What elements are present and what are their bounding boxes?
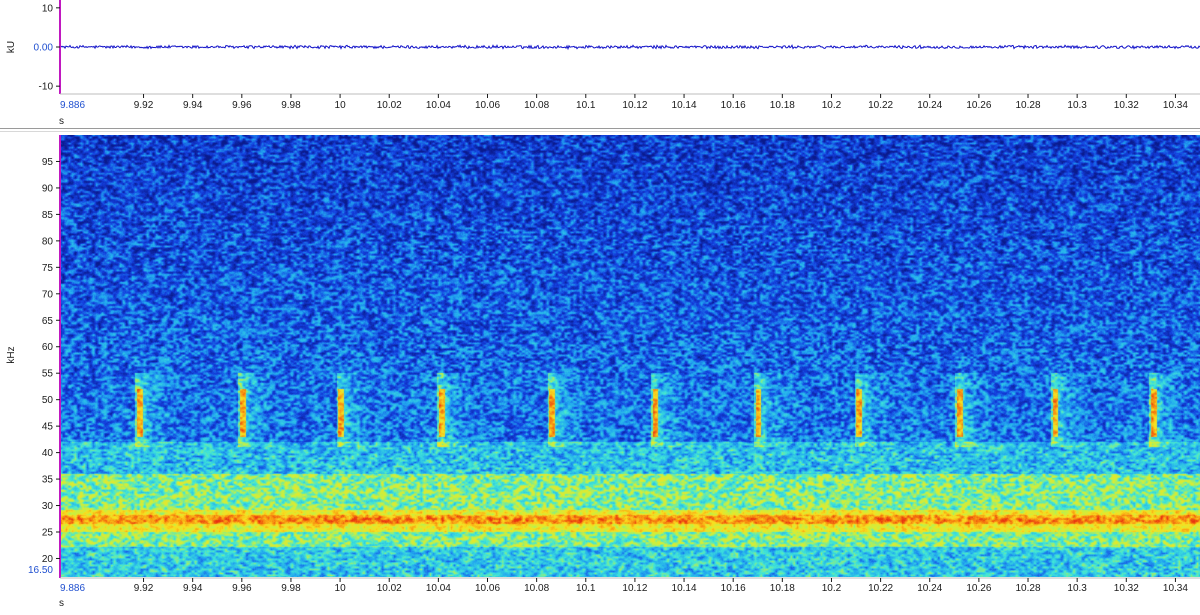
spectrogram-x-tick-label: 10.3 xyxy=(1067,583,1087,594)
spectrogram-x-tick-label: 10.22 xyxy=(868,583,893,594)
spectrogram-x-tick-label: 10.34 xyxy=(1163,583,1188,594)
waveform-y-tick-label: 0.00 xyxy=(34,43,54,54)
waveform-x-tick-label: 10.14 xyxy=(672,100,697,111)
spectrogram-x-tick-label: 10.08 xyxy=(524,583,549,594)
spectrogram-x-tick-label: 10.28 xyxy=(1016,583,1041,594)
spectrogram-y-tick-label: 35 xyxy=(42,475,54,486)
spectrogram-y-tick-label: 80 xyxy=(42,236,54,247)
spectrogram-panel[interactable]: 20 25 30 35 40 45 50 55 60 65 70 75 80 85 90 95 16.50 kH… xyxy=(6,135,1200,609)
spectrogram-y-tick-label: 60 xyxy=(42,342,54,353)
waveform-x-tick-label: 9.96 xyxy=(232,100,252,111)
waveform-x-tick-label: 10.28 xyxy=(1016,100,1041,111)
spectrogram-x-tick-label: 10 xyxy=(335,583,347,594)
waveform-x-tick-label: 10.3 xyxy=(1067,100,1087,111)
spectrogram-y-tick-label: 30 xyxy=(42,501,54,512)
waveform-y-axis-label: kU xyxy=(6,41,17,53)
spectrogram-y-axis-label: kHz xyxy=(6,346,17,363)
waveform-x-tick-label: 10.16 xyxy=(721,100,746,111)
spectrogram-x-tick-label: 9.96 xyxy=(232,583,252,594)
waveform-x-tick-label: 9.92 xyxy=(134,100,154,111)
waveform-x-tick-label: 9.94 xyxy=(183,100,203,111)
spectrogram-y-tick-label: 70 xyxy=(42,289,54,300)
spectrogram-y-tick-label: 45 xyxy=(42,422,54,433)
spectrogram-x-tick-label: 10.06 xyxy=(475,583,500,594)
spectrogram-x-tick-label: 10.24 xyxy=(917,583,942,594)
waveform-x-tick-label: 10.02 xyxy=(377,100,402,111)
waveform-x-tick-label: 9.98 xyxy=(281,100,301,111)
waveform-x-tick-label: 10.22 xyxy=(868,100,893,111)
waveform-x-tick-label: 10 xyxy=(335,100,347,111)
spectrogram-y-start-label: 16.50 xyxy=(28,565,53,576)
waveform-x-tick-label: 10.2 xyxy=(822,100,842,111)
spectrogram-y-tick-label: 90 xyxy=(42,183,54,194)
spectrogram-y-tick-label: 85 xyxy=(42,210,54,221)
spectrogram-y-tick-label: 95 xyxy=(42,157,54,168)
waveform-x-tick-label: 10.08 xyxy=(524,100,549,111)
spectrogram-y-tick-label: 25 xyxy=(42,528,54,539)
waveform-x-tick-label: 10.18 xyxy=(770,100,795,111)
waveform-x-tick-label: 10.06 xyxy=(475,100,500,111)
chart-canvas: 10 0.00 -10 kU 9.886 9.92 9.94 9.96 9.98 10 10.0… xyxy=(0,0,1200,610)
waveform-y-tick-label: -10 xyxy=(39,82,54,93)
spectrogram-x-tick-label: 10.14 xyxy=(672,583,697,594)
spectrogram-y-tick-label: 20 xyxy=(42,554,54,565)
waveform-x-tick-label: 10.26 xyxy=(966,100,991,111)
waveform-x-tick-label: 10.12 xyxy=(622,100,647,111)
spectrogram-y-tick-label: 65 xyxy=(42,316,54,327)
spectrogram-x-tick-label: 10.1 xyxy=(576,583,596,594)
spectrogram-x-tick-label: 9.92 xyxy=(134,583,154,594)
spectrogram-y-tick-label: 50 xyxy=(42,395,54,406)
waveform-x-tick-label: 10.32 xyxy=(1114,100,1139,111)
spectrogram-x-tick-label: 10.02 xyxy=(377,583,402,594)
waveform-x-tick-label: 10.04 xyxy=(426,100,451,111)
waveform-x-axis-label: s xyxy=(59,116,64,127)
spectrogram-x-tick-label: 10.04 xyxy=(426,583,451,594)
spectrogram-x-tick-label: 10.12 xyxy=(622,583,647,594)
spectrogram-x-tick-label: 9.98 xyxy=(281,583,301,594)
spectrogram-x-tick-label: 10.16 xyxy=(721,583,746,594)
spectrogram-x-start-label: 9.886 xyxy=(60,583,85,594)
waveform-y-tick-label: 10 xyxy=(42,3,54,14)
spectrogram-x-tick-label: 10.18 xyxy=(770,583,795,594)
spectrogram-x-axis-label: s xyxy=(59,598,64,609)
spectrogram-x-tick-label: 10.26 xyxy=(966,583,991,594)
waveform-x-tick-label: 10.34 xyxy=(1163,100,1188,111)
spectrogram-y-tick-label: 75 xyxy=(42,263,54,274)
spectrogram-x-tick-label: 10.2 xyxy=(822,583,842,594)
waveform-x-tick-label: 10.1 xyxy=(576,100,596,111)
sonogram-viewer: 10 0.00 -10 kU 9.886 9.92 9.94 9.96 9.98 10 10.0… xyxy=(0,0,1200,610)
waveform-x-start-label: 9.886 xyxy=(60,100,85,111)
spectrogram-y-tick-label: 55 xyxy=(42,369,54,380)
spectrogram-heatmap xyxy=(60,135,1200,577)
spectrogram-x-tick-label: 9.94 xyxy=(183,583,203,594)
spectrogram-y-tick-label: 40 xyxy=(42,448,54,459)
waveform-x-tick-label: 10.24 xyxy=(917,100,942,111)
spectrogram-x-tick-label: 10.32 xyxy=(1114,583,1139,594)
